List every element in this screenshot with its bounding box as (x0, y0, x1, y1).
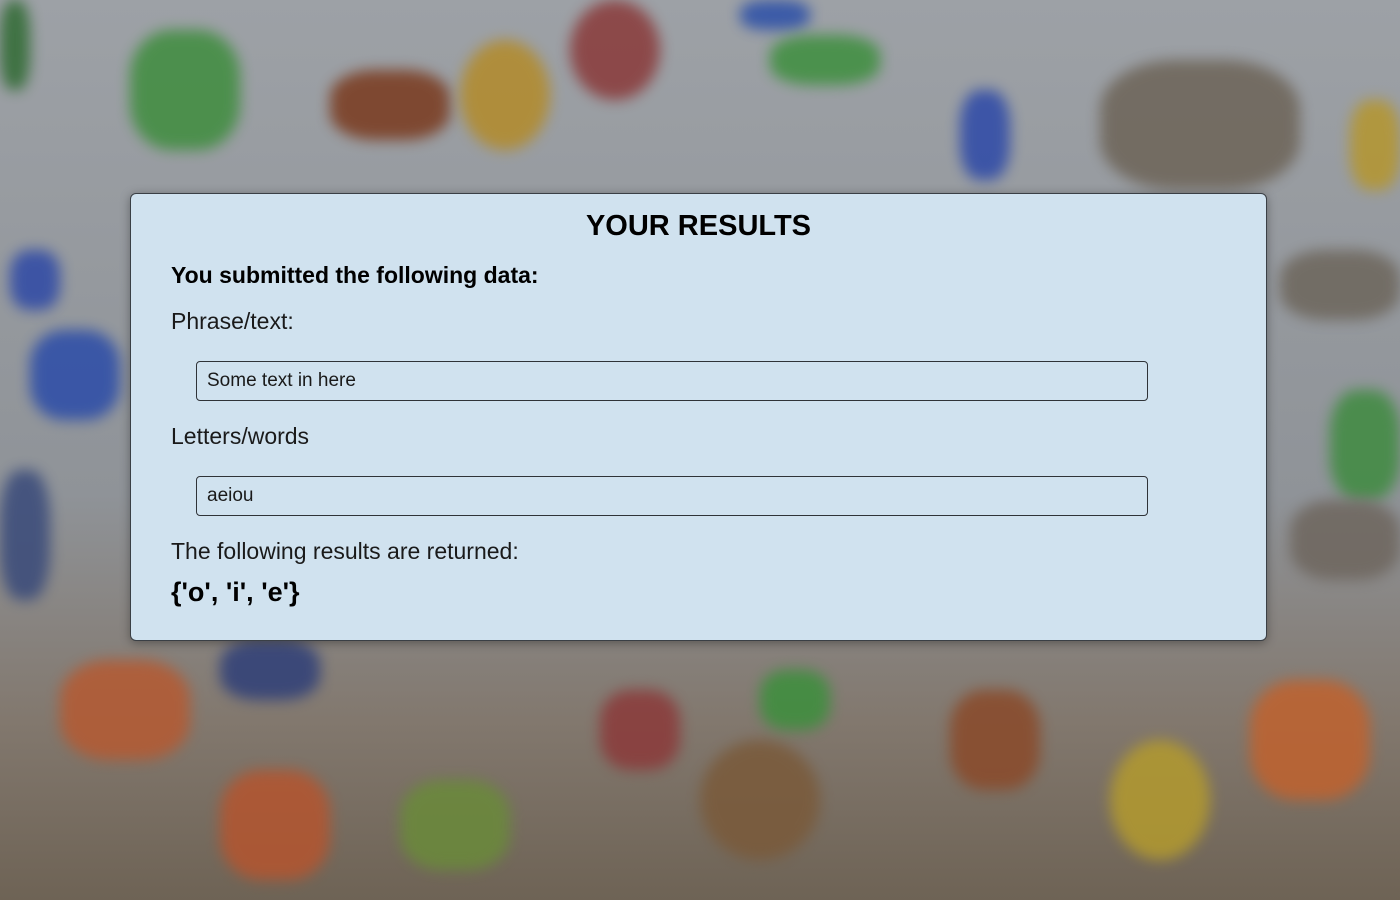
blurred-letter-shape (130, 30, 240, 150)
results-label: The following results are returned: (171, 538, 519, 564)
blurred-letter-shape (220, 640, 320, 700)
blurred-letter-shape (0, 470, 50, 600)
blurred-letter-shape (10, 250, 60, 310)
blurred-letter-shape (600, 690, 680, 770)
phrase-field[interactable] (196, 361, 1148, 401)
phrase-label: Phrase/text: (171, 308, 294, 334)
results-card: YOUR RESULTS You submitted the following… (130, 193, 1267, 641)
blurred-letter-shape (740, 0, 810, 30)
blurred-letter-shape (1350, 100, 1400, 190)
blurred-letter-shape (700, 740, 820, 860)
blurred-letter-shape (60, 660, 190, 760)
blurred-letter-shape (1250, 680, 1370, 800)
blurred-letter-shape (1100, 60, 1300, 190)
page-title: YOUR RESULTS (585, 210, 812, 242)
blurred-letter-shape (760, 670, 830, 730)
blurred-letter-shape (400, 780, 510, 870)
blurred-letter-shape (770, 35, 880, 85)
blurred-letter-shape (0, 0, 30, 90)
letters-label: Letters/words (171, 423, 310, 449)
results-value: {'o', 'i', 'e'} (171, 577, 300, 607)
blurred-letter-shape (570, 0, 660, 100)
blurred-letter-shape (1110, 740, 1210, 860)
blurred-letter-shape (460, 40, 550, 150)
blurred-letter-shape (30, 330, 120, 420)
letters-field[interactable] (196, 476, 1148, 516)
submitted-data-heading: You submitted the following data: (171, 262, 539, 288)
blurred-letter-shape (1280, 250, 1400, 320)
blurred-letter-shape (1330, 390, 1400, 500)
blurred-letter-shape (220, 770, 330, 880)
blurred-letter-shape (330, 70, 450, 140)
blurred-letter-shape (960, 90, 1010, 180)
blurred-letter-shape (950, 690, 1040, 790)
blurred-letter-shape (1290, 500, 1400, 580)
